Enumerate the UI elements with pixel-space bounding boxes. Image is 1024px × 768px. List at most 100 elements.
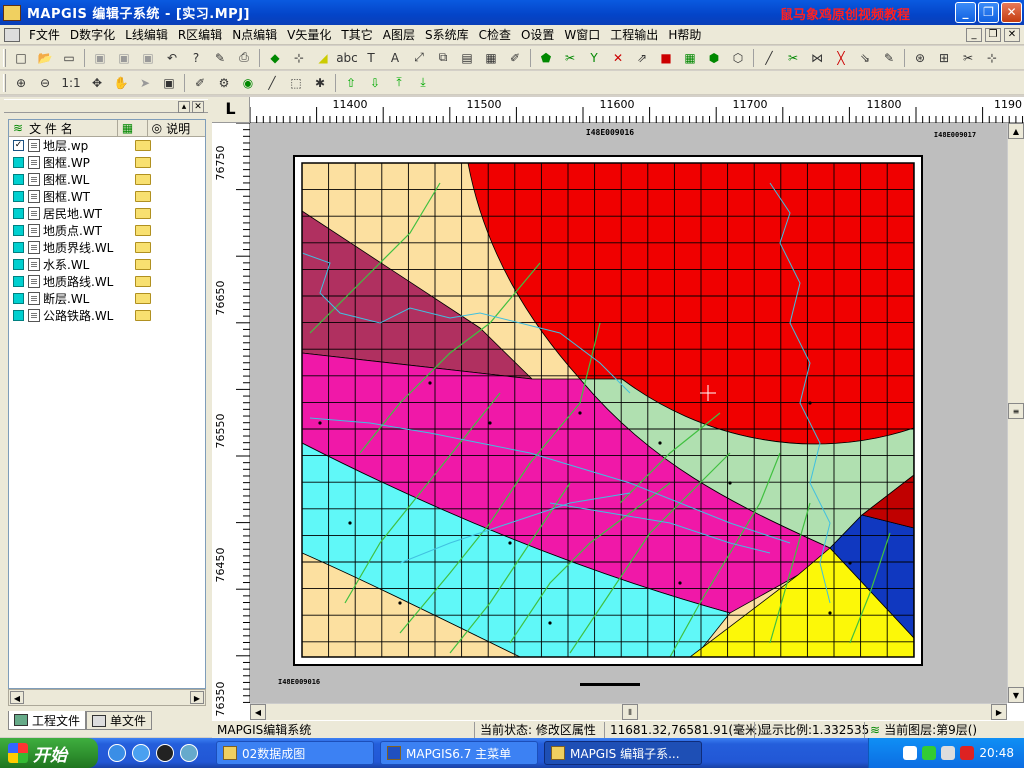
panel-pin-icon[interactable]: ▴ bbox=[178, 101, 190, 113]
refresh-view-icon[interactable]: ▣ bbox=[158, 73, 180, 93]
area-param-icon[interactable]: ⬚ bbox=[285, 73, 307, 93]
quick-launch-ie-icon[interactable] bbox=[108, 744, 126, 762]
globe-icon[interactable]: ◉ bbox=[237, 73, 259, 93]
layer-file-row[interactable]: 图框.WT bbox=[9, 188, 205, 205]
antivirus-icon[interactable] bbox=[960, 746, 975, 760]
task-mapgis-main[interactable]: MAPGIS6.7 主菜单 bbox=[380, 741, 538, 765]
node-edit-icon[interactable]: ⊹ bbox=[288, 48, 310, 68]
folder-icon[interactable] bbox=[135, 293, 151, 304]
menu-line-edit[interactable]: L线编辑 bbox=[120, 26, 173, 43]
hscroll-thumb[interactable]: ⦀ bbox=[622, 704, 638, 720]
layer-file-row[interactable]: 公路铁路.WL bbox=[9, 307, 205, 324]
line-param-icon[interactable]: ╱ bbox=[261, 73, 283, 93]
topology-icon[interactable]: ⊛ bbox=[909, 48, 931, 68]
scroll-up-icon[interactable]: ▲ bbox=[1008, 123, 1024, 139]
col-type-header[interactable]: ▦ bbox=[118, 120, 148, 136]
folder-icon[interactable] bbox=[135, 225, 151, 236]
fill-icon[interactable]: ◢ bbox=[312, 48, 334, 68]
line-link-icon[interactable]: ⋈ bbox=[806, 48, 828, 68]
folder-icon[interactable] bbox=[135, 259, 151, 270]
edit-tool-icon[interactable]: ✎ bbox=[209, 48, 231, 68]
col-desc-header[interactable]: ◎ 说明 bbox=[148, 120, 205, 136]
app-icon[interactable] bbox=[3, 4, 21, 21]
visibility-toggle[interactable] bbox=[13, 242, 24, 253]
mdi-close-button[interactable]: ✕ bbox=[1004, 28, 1020, 42]
folder-icon[interactable] bbox=[135, 174, 151, 185]
menu-settings[interactable]: O设置 bbox=[516, 26, 559, 43]
tab-project-files[interactable]: 工程文件 bbox=[8, 711, 87, 730]
scroll-right-icon[interactable]: ▶ bbox=[190, 691, 204, 704]
area-outline-icon[interactable]: ⬡ bbox=[727, 48, 749, 68]
col-name-header[interactable]: ≋ 文 件 名 bbox=[9, 120, 118, 136]
point-select-icon[interactable]: A bbox=[384, 48, 406, 68]
layer-file-row[interactable]: ✓ 地层.wp bbox=[9, 137, 205, 154]
close-button[interactable]: ✕ bbox=[1001, 2, 1022, 23]
visibility-checkbox[interactable]: ✓ bbox=[13, 140, 24, 151]
print-icon[interactable]: ⎙ bbox=[233, 48, 255, 68]
menu-vectorize[interactable]: V矢量化 bbox=[282, 26, 336, 43]
geologic-map[interactable]: I48E009016 I48E009017 I48E009016 bbox=[250, 123, 1007, 703]
menu-point-edit[interactable]: N点编辑 bbox=[227, 26, 282, 43]
arrow-top-icon[interactable]: ⤒ bbox=[388, 73, 410, 93]
pan-icon[interactable]: ✥ bbox=[86, 73, 108, 93]
visibility-toggle[interactable] bbox=[13, 259, 24, 270]
cut-tool-icon[interactable]: ✂ bbox=[957, 48, 979, 68]
menu-digitize[interactable]: D数字化 bbox=[65, 26, 120, 43]
arrow-up-icon[interactable]: ⇧ bbox=[340, 73, 362, 93]
area-move-icon[interactable]: ⇗ bbox=[631, 48, 653, 68]
area-group-icon[interactable]: ⬢ bbox=[703, 48, 725, 68]
quick-launch-browser-icon[interactable] bbox=[132, 744, 150, 762]
panel-hscrollbar[interactable]: ◀ ▶ bbox=[8, 689, 206, 706]
open-file-icon[interactable]: 📂 bbox=[34, 48, 56, 68]
menu-file[interactable]: F文件 bbox=[24, 26, 65, 43]
scroll-left2-icon[interactable]: ◀ bbox=[250, 704, 266, 720]
help-pointer-icon[interactable]: ? bbox=[185, 48, 207, 68]
task-mapgis-editor[interactable]: MAPGIS 编辑子系... bbox=[544, 741, 702, 765]
zoom-1to1-button[interactable]: 1:1 bbox=[58, 73, 84, 93]
quick-launch-media-icon[interactable] bbox=[180, 744, 198, 762]
minimize-button[interactable]: _ bbox=[955, 2, 976, 23]
color-icon[interactable]: ✱ bbox=[309, 73, 331, 93]
clock[interactable]: 20:48 bbox=[979, 746, 1014, 760]
visibility-toggle[interactable] bbox=[13, 157, 24, 168]
restore-button[interactable]: ❐ bbox=[978, 2, 999, 23]
layer-file-row[interactable]: 地质界线.WL bbox=[9, 239, 205, 256]
copy-icon[interactable]: ⧉ bbox=[432, 48, 454, 68]
line-delete-icon[interactable]: ╳ bbox=[830, 48, 852, 68]
visibility-toggle[interactable] bbox=[13, 225, 24, 236]
check-icon[interactable]: ⊞ bbox=[933, 48, 955, 68]
attribute-icon[interactable]: ▦ bbox=[480, 48, 502, 68]
undo-icon[interactable]: ↶ bbox=[161, 48, 183, 68]
line-add-icon[interactable]: ╱ bbox=[758, 48, 780, 68]
save-all-icon[interactable]: ▣ bbox=[137, 48, 159, 68]
visibility-toggle[interactable] bbox=[13, 174, 24, 185]
visibility-toggle[interactable] bbox=[13, 208, 24, 219]
mdi-minimize-button[interactable]: _ bbox=[966, 28, 982, 42]
hand-icon[interactable]: ✋ bbox=[110, 73, 132, 93]
scroll-right2-icon[interactable]: ▶ bbox=[991, 704, 1007, 720]
save-icon[interactable]: ▣ bbox=[89, 48, 111, 68]
mdi-restore-button[interactable]: ❐ bbox=[985, 28, 1001, 42]
visibility-toggle[interactable] bbox=[13, 310, 24, 321]
security-icon[interactable] bbox=[922, 746, 937, 760]
text-icon[interactable]: T bbox=[360, 48, 382, 68]
area-cut-icon[interactable]: ✂ bbox=[559, 48, 581, 68]
edit-attr-icon[interactable]: ✐ bbox=[504, 48, 526, 68]
menu-other[interactable]: T其它 bbox=[336, 26, 377, 43]
folder-icon[interactable] bbox=[135, 140, 151, 151]
folder-icon[interactable] bbox=[135, 310, 151, 321]
abc-icon[interactable]: abc bbox=[336, 48, 358, 68]
line-move-icon[interactable]: ⇘ bbox=[854, 48, 876, 68]
map-view[interactable]: I48E009016 I48E009017 I48E009016 bbox=[250, 123, 1007, 703]
map-vscrollbar[interactable]: ▲ ≡ ▼ bbox=[1007, 123, 1024, 703]
menu-check[interactable]: C检查 bbox=[474, 26, 516, 43]
zoom-in-icon[interactable]: ⊕ bbox=[10, 73, 32, 93]
layer-file-row[interactable]: 断层.WL bbox=[9, 290, 205, 307]
table-icon[interactable]: ▤ bbox=[456, 48, 478, 68]
visibility-toggle[interactable] bbox=[13, 191, 24, 202]
start-button[interactable]: 开始 bbox=[0, 738, 98, 768]
ruler-corner[interactable]: L bbox=[212, 97, 250, 123]
area-color-icon[interactable]: ■ bbox=[655, 48, 677, 68]
folder-icon[interactable] bbox=[135, 191, 151, 202]
vscroll-thumb[interactable]: ≡ bbox=[1008, 403, 1024, 419]
